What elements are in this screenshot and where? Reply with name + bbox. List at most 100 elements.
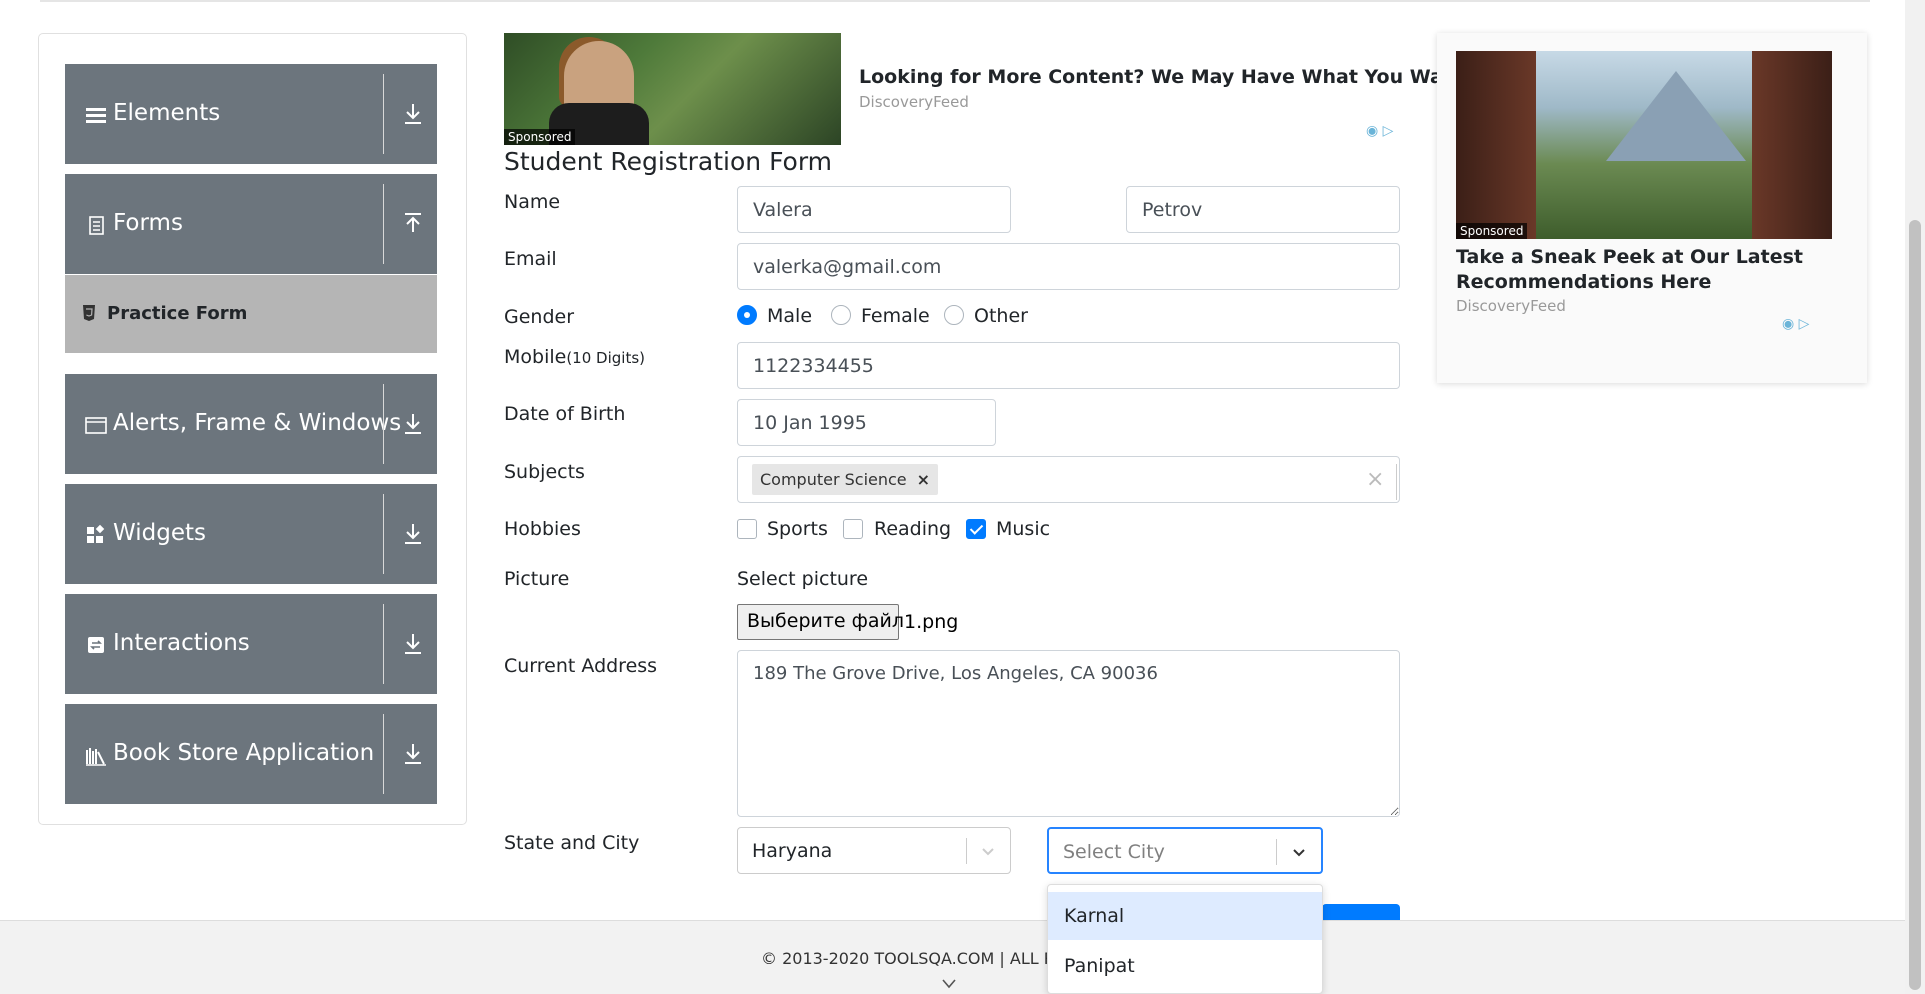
sidebar-group-interactions[interactable]: Interactions [65,594,437,694]
sidebar-group-elements[interactable]: Elements [65,64,437,164]
divider [383,74,384,154]
clear-icon[interactable]: × [1366,467,1384,492]
subject-tag-label: Computer Science [760,470,907,489]
hobby-option-label[interactable]: Reading [874,518,951,540]
gender-label: Gender [504,306,575,328]
hobby-option-label[interactable]: Music [996,518,1050,540]
html5-icon [83,305,95,321]
date-of-birth-input[interactable]: 10 Jan 1995 [737,399,996,446]
sidebar-group-label: Alerts, Frame & Windows [113,410,402,436]
state-select-value: Haryana [752,840,833,862]
picture-label: Picture [504,568,570,590]
mobile-input[interactable]: 1122334455 [737,342,1400,389]
chevron-down-icon[interactable] [1289,842,1309,862]
ad-title[interactable]: Take a Sneak Peek at Our Latest Recommen… [1456,245,1836,295]
scrollbar-thumb[interactable] [1909,220,1921,990]
divider [383,714,384,794]
email-input[interactable]: valerka@gmail.com [737,243,1400,290]
download-arrow-icon[interactable] [400,521,426,547]
mobile-label: Mobile(10 Digits) [504,346,645,368]
sidebar-group-label: Interactions [113,630,250,656]
footer: © 2013-2020 TOOLSQA.COM | ALL RIGHT [0,920,1905,994]
file-name: 1.png [904,611,959,633]
email-label: Email [504,248,557,270]
ad-source: DiscoveryFeed [859,93,969,111]
top-ad-banner[interactable]: Sponsored Looking for More Content? We M… [504,33,1465,145]
ad-title[interactable]: Looking for More Content? We May Have Wh… [859,66,1465,88]
select-picture-label: Select picture [737,568,869,590]
sidebar-item-label: Practice Form [107,303,248,324]
last-name-input[interactable]: Petrov [1126,186,1400,233]
ad-image[interactable]: Sponsored [504,33,841,145]
divider [383,604,384,684]
hobby-checkbox-sports[interactable] [737,519,757,539]
hobby-checkbox-music[interactable] [966,519,986,539]
sidebar-group-book-store[interactable]: Book Store Application [65,704,437,804]
menu-icon [86,108,106,123]
city-dropdown-menu: Karnal Panipat [1047,884,1323,994]
gender-radio-male[interactable] [737,305,757,325]
sidebar-group-label: Book Store Application [113,740,375,766]
gender-option-label[interactable]: Female [861,305,930,327]
city-select-placeholder: Select City [1063,841,1165,863]
download-arrow-icon[interactable] [400,631,426,657]
sync-icon [88,637,104,653]
chevron-down-icon[interactable] [978,841,998,861]
hobbies-label: Hobbies [504,518,581,540]
footer-copyright: © 2013-2020 TOOLSQA.COM | ALL RIGHT [761,949,1094,968]
city-option-karnal[interactable]: Karnal [1048,892,1322,940]
divider [383,384,384,464]
books-icon [86,748,106,766]
document-icon [89,216,104,235]
top-divider [40,0,1870,2]
gender-radio-female[interactable] [831,305,851,325]
hobby-checkbox-reading[interactable] [843,519,863,539]
window-icon [85,417,107,434]
adchoices-icon[interactable]: ◉ ▷ [1366,123,1393,139]
sidebar-group-label: Forms [113,210,183,236]
download-arrow-icon[interactable] [400,741,426,767]
gender-option-label[interactable]: Male [767,305,812,327]
chevron-down-icon[interactable] [941,977,957,991]
ad-image[interactable]: Sponsored [1456,51,1832,239]
adchoices-icon[interactable]: ◉ ▷ [1782,316,1809,332]
city-option-panipat[interactable]: Panipat [1048,942,1322,990]
subject-tag: Computer Science × [752,464,939,495]
divider [1396,464,1397,500]
city-select[interactable]: Select City [1047,827,1323,874]
remove-tag-icon[interactable]: × [917,470,930,489]
download-arrow-icon[interactable] [400,411,426,437]
gender-option-label[interactable]: Other [974,305,1028,327]
download-arrow-icon[interactable] [400,101,426,127]
sidebar-group-forms[interactable]: Forms [65,174,437,274]
sidebar-item-practice-form[interactable]: Practice Form [65,275,437,353]
current-address-input[interactable]: 189 The Grove Drive, Los Angeles, CA 900… [737,650,1400,817]
state-select[interactable]: Haryana [737,827,1011,874]
sponsored-badge: Sponsored [504,129,576,145]
sponsored-badge: Sponsored [1456,223,1528,239]
address-label: Current Address [504,655,658,677]
divider [383,494,384,574]
gender-radio-other[interactable] [944,305,964,325]
sidebar-group-alerts[interactable]: Alerts, Frame & Windows [65,374,437,474]
mobile-hint: (10 Digits) [566,349,645,367]
sidebar-group-label: Widgets [113,520,206,546]
page-scrollbar[interactable] [1905,0,1925,994]
choose-file-button[interactable]: Выберите файл [737,604,904,640]
hobby-option-label[interactable]: Sports [767,518,828,540]
upload-arrow-icon[interactable] [400,211,426,237]
widgets-icon [87,524,105,543]
sidebar-group-label: Elements [113,100,221,126]
name-label: Name [504,191,561,213]
state-city-label: State and City [504,832,640,854]
dob-label: Date of Birth [504,403,626,425]
divider [1276,839,1277,865]
divider [383,184,384,264]
ad-source: DiscoveryFeed [1456,297,1566,315]
first-name-input[interactable]: Valera [737,186,1011,233]
mobile-label-text: Mobile [504,346,567,368]
side-ad-card[interactable]: Sponsored Take a Sneak Peek at Our Lates… [1437,33,1867,383]
sidebar-group-widgets[interactable]: Widgets [65,484,437,584]
submit-button[interactable] [1322,904,1400,920]
subjects-label: Subjects [504,461,585,483]
